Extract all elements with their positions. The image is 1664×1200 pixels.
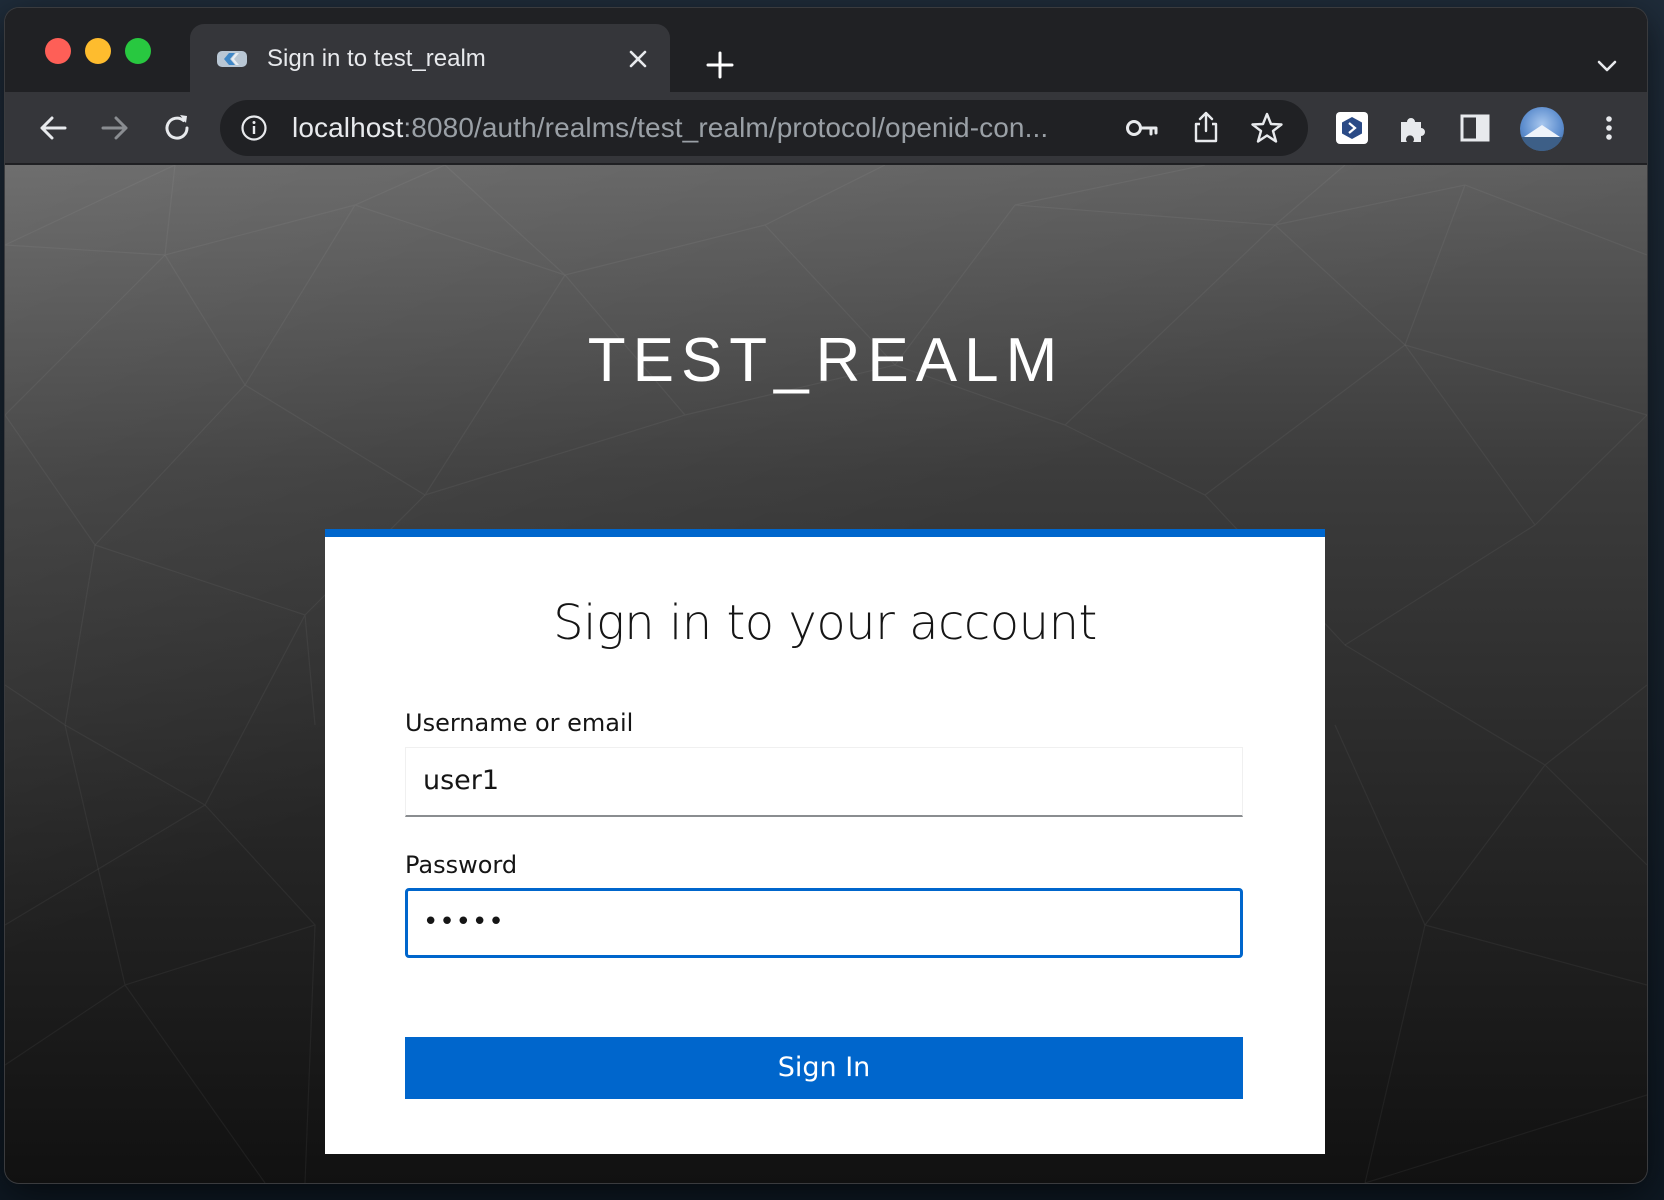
share-icon[interactable] [1190,110,1222,144]
site-info-icon[interactable] [240,114,268,142]
extension-app-icon[interactable] [1333,109,1371,147]
tab-active[interactable]: Sign in to test_realm [190,24,670,92]
key-icon[interactable] [1125,113,1159,143]
url-text[interactable]: localhost:8080/auth/realms/test_realm/pr… [292,112,1048,144]
password-label: Password [405,851,518,879]
browser-toolbar: localhost:8080/auth/realms/test_realm/pr… [5,92,1647,164]
address-bar[interactable]: localhost:8080/auth/realms/test_realm/pr… [220,100,1308,156]
login-heading: Sign in to your account [553,595,1097,651]
more-vert-icon[interactable] [1591,110,1627,146]
password-input[interactable]: ••••• [405,888,1243,958]
tab-title: Sign in to test_realm [267,45,486,72]
keycloak-login-page: TEST_REALM Sign in to your account Usern… [5,165,1647,1183]
star-icon[interactable] [1250,111,1284,145]
sign-in-button[interactable]: Sign In [405,1037,1243,1099]
puzzle-extensions-icon[interactable] [1395,110,1431,146]
back-arrow-icon[interactable] [35,110,71,146]
tab-search-chevron-icon[interactable] [1595,54,1619,78]
minimize-window-button[interactable] [85,38,111,64]
login-card: Sign in to your account Username or emai… [325,529,1325,1154]
url-path: :8080/auth/realms/test_realm/protocol/op… [403,112,1049,143]
url-host: localhost [292,112,404,143]
tab-strip: Sign in to test_realm [5,8,1647,92]
reload-icon[interactable] [159,110,195,146]
realm-title: TEST_REALM [587,326,1065,395]
close-window-button[interactable] [45,38,71,64]
new-tab-plus-icon[interactable] [705,50,735,80]
sidebar-icon[interactable] [1457,110,1493,146]
tab-close-icon[interactable] [625,46,651,72]
profile-avatar[interactable] [1520,107,1564,151]
username-label: Username or email [405,709,634,737]
username-input[interactable]: user1 [405,747,1243,817]
keycloak-favicon-icon [217,51,247,67]
browser-window: Sign in to test_realm localhost:8080/aut… [5,8,1647,1183]
mountain-photo-icon [1520,125,1564,151]
maximize-window-button[interactable] [125,38,151,64]
forward-arrow-icon[interactable] [97,110,133,146]
